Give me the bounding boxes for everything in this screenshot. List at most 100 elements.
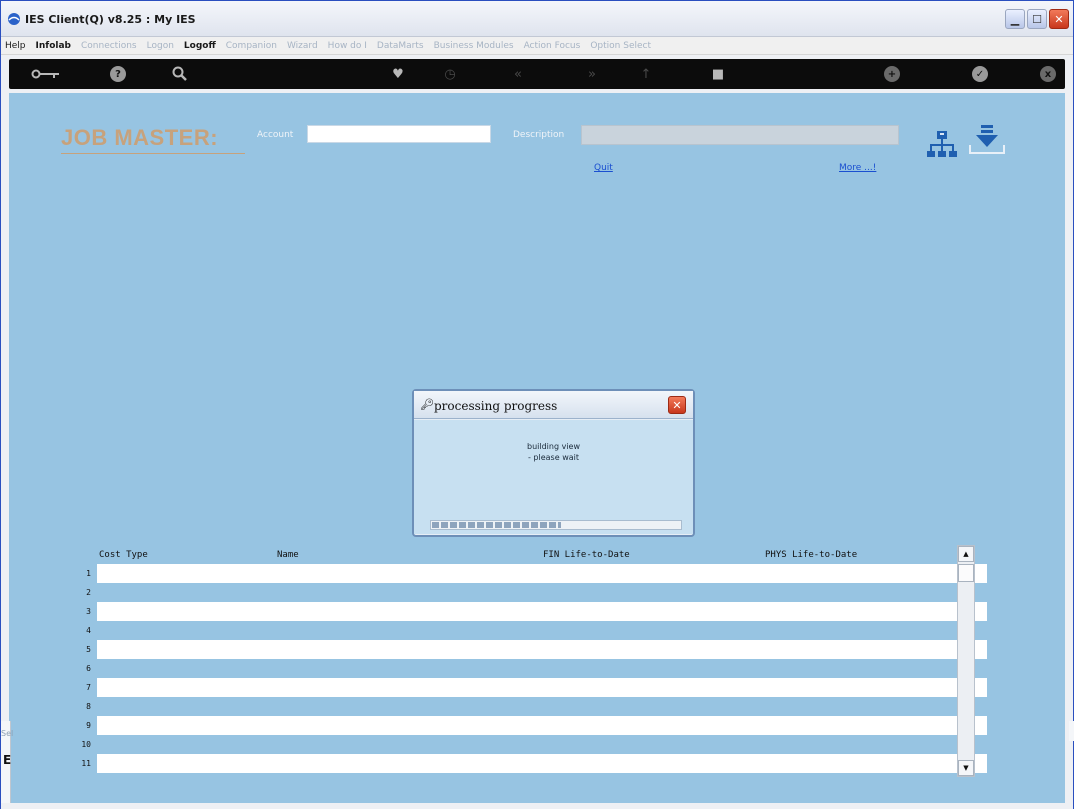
menu-item-help[interactable]: Help <box>5 41 26 51</box>
quit-link[interactable]: Quit <box>594 163 613 173</box>
row-number: 8 <box>63 697 93 716</box>
dialog-message-line2: - please wait <box>528 453 579 462</box>
close-icon: ✕ <box>672 398 682 412</box>
dialog-message-line1: building view <box>526 442 580 451</box>
row-number: 9 <box>63 716 93 735</box>
check-icon[interactable]: ✓ <box>971 65 989 83</box>
minimize-button[interactable]: ▁ <box>1005 9 1025 29</box>
row-number: 10 <box>63 735 93 754</box>
step-icon[interactable]: ↑ <box>637 65 655 83</box>
side-panel-glyph: E <box>3 753 12 767</box>
app-logo-icon <box>8 13 20 25</box>
heart-icon[interactable]: ♥ <box>389 65 407 83</box>
maximize-icon: ☐ <box>1032 12 1042 26</box>
table-row[interactable]: 11 <box>63 754 987 773</box>
main-area: JOB MASTER: Account Description Quit Mor… <box>9 93 1065 803</box>
column-header-cost-type[interactable]: Cost Type <box>99 550 148 560</box>
stop-icon[interactable]: ■ <box>709 65 727 83</box>
maximize-button[interactable]: ☐ <box>1027 9 1047 29</box>
menu-item-connections[interactable]: Connections <box>81 41 137 51</box>
rewind-icon[interactable]: « <box>509 65 527 83</box>
clock-icon[interactable]: ◷ <box>441 65 459 83</box>
plus-icon[interactable]: + <box>883 65 901 83</box>
row-cells[interactable] <box>97 735 987 754</box>
title-bar: IES Client(Q) v8.25 : My IES ▁ ☐ ✕ <box>1 1 1073 37</box>
table-row[interactable]: 2 <box>63 583 987 602</box>
menu-item-logon[interactable]: Logon <box>147 41 174 51</box>
table-row[interactable]: 9 <box>63 716 987 735</box>
more-link[interactable]: More ...! <box>839 163 876 173</box>
right-edge-handle <box>1069 721 1074 741</box>
column-header-phys-ltd[interactable]: PHYS Life-to-Date <box>765 550 857 560</box>
scroll-thumb[interactable] <box>958 564 974 582</box>
description-input[interactable] <box>581 125 899 145</box>
row-cells[interactable] <box>97 659 987 678</box>
row-cells[interactable] <box>97 583 987 602</box>
dialog-title: processing progress <box>434 399 558 413</box>
account-input[interactable] <box>307 125 491 143</box>
menu-item-option-select[interactable]: Option Select <box>590 41 651 51</box>
description-label: Description <box>513 130 565 140</box>
download-icon[interactable] <box>967 125 1007 157</box>
hierarchy-icon[interactable] <box>927 131 957 159</box>
progress-bar <box>430 520 682 530</box>
status-strip <box>1 804 1073 809</box>
progress-bar-fill <box>432 522 561 528</box>
fast-forward-icon[interactable]: » <box>583 65 601 83</box>
search-icon[interactable] <box>171 65 189 83</box>
page-title: JOB MASTER: <box>61 125 219 150</box>
dialog-body: building view - please wait <box>414 420 693 534</box>
arrow-up-icon: ▲ <box>963 550 969 558</box>
row-number: 1 <box>63 564 93 583</box>
menu-item-how-do-i[interactable]: How do I <box>328 41 367 51</box>
close-icon[interactable]: x <box>1039 65 1057 83</box>
menu-bar: Help Infolab Connections Logon Logoff Compani… <box>1 37 1073 55</box>
processing-dialog: 🔑︎ processing progress ✕ building view -… <box>412 389 695 537</box>
row-number: 11 <box>63 754 93 773</box>
menu-item-action-focus[interactable]: Action Focus <box>524 41 581 51</box>
row-number: 5 <box>63 640 93 659</box>
column-header-name[interactable]: Name <box>277 550 299 560</box>
side-panel-label: Sel <box>1 729 14 738</box>
menu-item-logoff[interactable]: Logoff <box>184 41 216 51</box>
row-cells[interactable] <box>97 754 987 773</box>
row-number: 3 <box>63 602 93 621</box>
menu-item-datamarts[interactable]: DataMarts <box>377 41 424 51</box>
table-row[interactable]: 10 <box>63 735 987 754</box>
row-cells[interactable] <box>97 678 987 697</box>
menu-item-business-modules[interactable]: Business Modules <box>434 41 514 51</box>
close-button[interactable]: ✕ <box>1049 9 1069 29</box>
column-header-fin-ltd[interactable]: FIN Life-to-Date <box>543 550 630 560</box>
table-row[interactable]: 1 <box>63 564 987 583</box>
row-number: 7 <box>63 678 93 697</box>
row-cells[interactable] <box>97 602 987 621</box>
toolbar: ? ♥ ◷ « » ↑ ■ + ✓ x <box>9 59 1065 89</box>
vertical-scrollbar[interactable]: ▲ ▼ <box>957 545 975 777</box>
table-row[interactable]: 5 <box>63 640 987 659</box>
arrow-down-icon: ▼ <box>963 764 969 772</box>
dialog-title-bar: 🔑︎ processing progress ✕ <box>414 391 693 419</box>
menu-item-companion[interactable]: Companion <box>226 41 277 51</box>
help-icon[interactable]: ? <box>109 65 127 83</box>
menu-item-wizard[interactable]: Wizard <box>287 41 318 51</box>
scroll-up-button[interactable]: ▲ <box>958 546 974 562</box>
row-cells[interactable] <box>97 564 987 583</box>
key-icon[interactable] <box>31 65 61 83</box>
page-title-underline <box>61 153 245 154</box>
key-icon: 🔑︎ <box>420 398 434 411</box>
row-cells[interactable] <box>97 716 987 735</box>
table-row[interactable]: 3 <box>63 602 987 621</box>
scroll-down-button[interactable]: ▼ <box>958 760 974 776</box>
row-number: 4 <box>63 621 93 640</box>
dialog-close-button[interactable]: ✕ <box>668 396 686 414</box>
table-row[interactable]: 4 <box>63 621 987 640</box>
table-row[interactable]: 8 <box>63 697 987 716</box>
row-cells[interactable] <box>97 621 987 640</box>
row-cells[interactable] <box>97 640 987 659</box>
table-row[interactable]: 6 <box>63 659 987 678</box>
minimize-icon: ▁ <box>1010 12 1020 26</box>
menu-item-infolab[interactable]: Infolab <box>36 41 71 51</box>
cost-grid: Cost Type Name FIN Life-to-Date PHYS Lif… <box>63 545 1007 777</box>
row-cells[interactable] <box>97 697 987 716</box>
table-row[interactable]: 7 <box>63 678 987 697</box>
